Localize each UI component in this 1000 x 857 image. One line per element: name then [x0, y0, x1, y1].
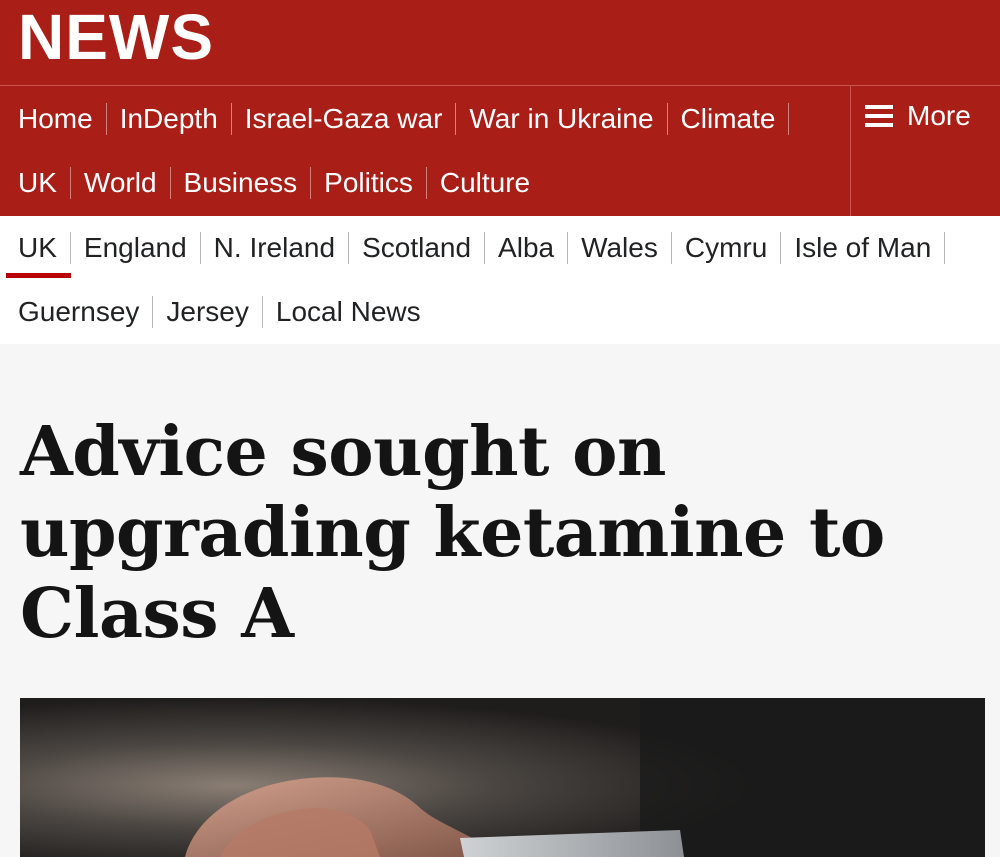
subnav-item-guernsey[interactable]: Guernsey [18, 296, 154, 328]
active-tab-underline [6, 273, 71, 278]
article-hero-image [20, 698, 985, 857]
subnav-item-scotland[interactable]: Scotland [362, 232, 486, 264]
more-label: More [907, 100, 971, 131]
nav-item-culture[interactable]: Culture [440, 167, 543, 199]
subnav-item-jersey[interactable]: Jersey [166, 296, 263, 328]
nav-item-climate[interactable]: Climate [681, 103, 790, 135]
subnav-item-wales[interactable]: Wales [581, 232, 672, 264]
secondary-nav: UK England N. Ireland Scotland Alba Wale… [0, 216, 1000, 344]
subnav-item-uk[interactable]: UK [18, 232, 71, 264]
news-logo[interactable]: NEWS [18, 2, 214, 72]
nav-item-israel-gaza-war[interactable]: Israel-Gaza war [245, 103, 457, 135]
hamburger-icon [865, 105, 893, 127]
subnav-item-isle-of-man[interactable]: Isle of Man [794, 232, 946, 264]
nav-item-home[interactable]: Home [18, 103, 107, 135]
nav-item-war-in-ukraine[interactable]: War in Ukraine [469, 103, 668, 135]
secondary-nav-row-2: Guernsey Jersey Local News [0, 280, 447, 344]
nav-item-uk[interactable]: UK [18, 167, 71, 199]
hero-image-art [20, 698, 985, 857]
primary-nav: Home InDepth Israel-Gaza war War in Ukra… [0, 85, 1000, 217]
primary-nav-row-1: Home InDepth Israel-Gaza war War in Ukra… [0, 87, 802, 151]
subnav-item-alba[interactable]: Alba [498, 232, 569, 264]
nav-item-indepth[interactable]: InDepth [120, 103, 232, 135]
primary-nav-row-2: UK World Business Politics Culture [0, 151, 556, 215]
nav-item-politics[interactable]: Politics [324, 167, 427, 199]
more-menu-button[interactable]: More [850, 86, 1000, 217]
nav-item-world[interactable]: World [84, 167, 171, 199]
more-menu-inner[interactable]: More [865, 100, 971, 132]
subnav-item-england[interactable]: England [84, 232, 201, 264]
secondary-nav-row-1: UK England N. Ireland Scotland Alba Wale… [0, 216, 958, 280]
article-headline: Advice sought on upgrading ketamine to C… [20, 412, 885, 654]
subnav-item-cymru[interactable]: Cymru [685, 232, 782, 264]
subnav-item-n-ireland[interactable]: N. Ireland [214, 232, 350, 264]
masthead: NEWS [0, 0, 1000, 85]
subnav-item-local-news[interactable]: Local News [276, 296, 434, 328]
nav-item-business[interactable]: Business [184, 167, 312, 199]
